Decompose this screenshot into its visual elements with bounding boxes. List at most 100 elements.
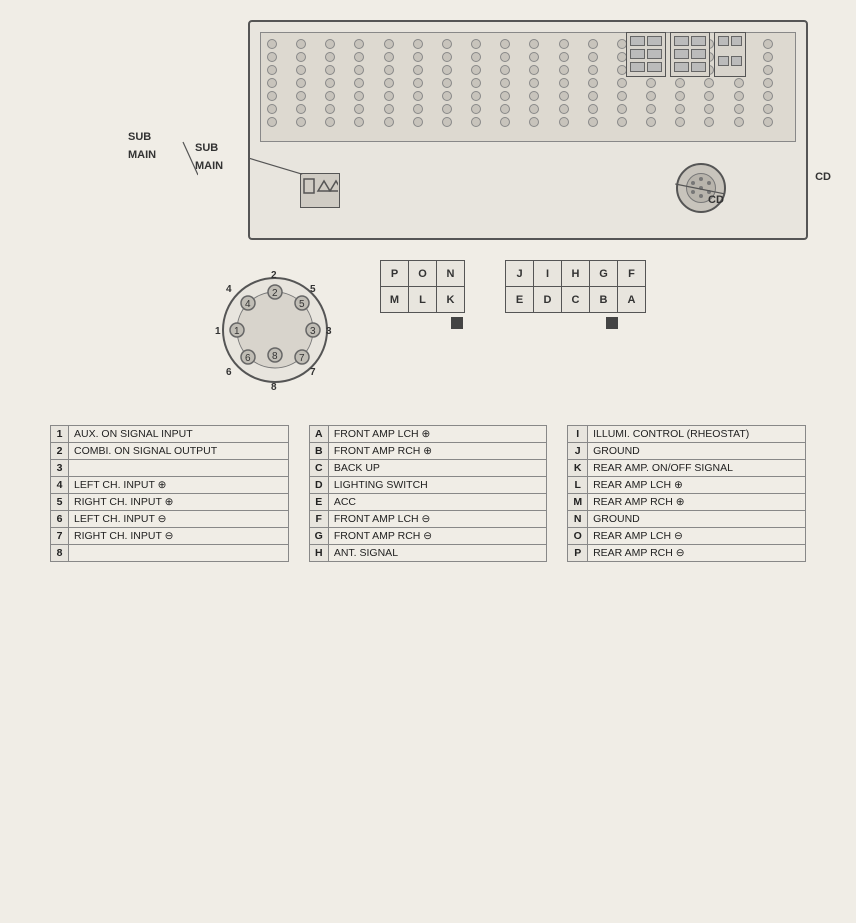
vent-hole: [617, 117, 627, 127]
svg-text:7: 7: [310, 367, 316, 378]
table-row: HANT. SIGNAL: [309, 545, 547, 562]
vent-hole: [354, 104, 364, 114]
vent-hole: [559, 117, 569, 127]
pin-label: LEFT CH. INPUT ⊕: [69, 477, 289, 494]
vent-hole: [471, 52, 481, 62]
vent-hole: [500, 104, 510, 114]
sq-cell-P: P: [381, 261, 409, 287]
svg-text:8: 8: [272, 351, 278, 362]
svg-text:6: 6: [226, 367, 232, 378]
connector-pin: [647, 49, 662, 59]
vent-hole: [763, 91, 773, 101]
vent-hole: [675, 117, 685, 127]
svg-text:2: 2: [271, 270, 277, 281]
connector-pin: [647, 36, 662, 46]
vent-hole: [267, 104, 277, 114]
sq-cell-K: K: [437, 287, 465, 313]
pin-label: GROUND: [588, 511, 806, 528]
connector-pin: [718, 56, 729, 66]
vent-hole: [588, 39, 598, 49]
vent-hole: [675, 91, 685, 101]
vent-hole: [442, 91, 452, 101]
pin-num: L: [568, 477, 588, 494]
table-row: CBACK UP: [309, 460, 547, 477]
vent-hole: [413, 78, 423, 88]
connector-diagrams: 1 1 2 2 3 3 4 4 5 5: [30, 260, 826, 400]
vent-hole: [442, 104, 452, 114]
vent-hole: [471, 117, 481, 127]
vent-hole: [704, 117, 714, 127]
sub-main-lines: SUB MAIN: [128, 20, 198, 240]
vent-hole: [559, 52, 569, 62]
vent-hole: [704, 78, 714, 88]
pin-num: P: [568, 545, 588, 562]
svg-text:2: 2: [272, 288, 278, 299]
connector-pin: [718, 36, 729, 46]
sq-cell-G: G: [590, 261, 618, 287]
connector-pin: [630, 36, 645, 46]
vent-hole: [588, 104, 598, 114]
pin-label: [69, 545, 289, 562]
vent-hole: [646, 104, 656, 114]
svg-text:MAIN: MAIN: [128, 149, 156, 161]
vent-hole: [296, 39, 306, 49]
sq-cell-H: H: [562, 261, 590, 287]
connector-group: [626, 32, 746, 77]
vent-hole: [384, 78, 394, 88]
vent-hole: [763, 65, 773, 75]
vent-hole: [384, 104, 394, 114]
pin-num: H: [309, 545, 328, 562]
vent-hole: [763, 78, 773, 88]
vent-hole: [296, 65, 306, 75]
sq-cell-E: E: [506, 287, 534, 313]
vent-hole: [763, 104, 773, 114]
vent-hole: [617, 104, 627, 114]
pin-num: M: [568, 494, 588, 511]
svg-text:4: 4: [226, 284, 232, 295]
pin-num: J: [568, 443, 588, 460]
vent-hole: [354, 91, 364, 101]
pin-num: O: [568, 528, 588, 545]
table-row: 2COMBI. ON SIGNAL OUTPUT: [51, 443, 289, 460]
vent-hole: [734, 104, 744, 114]
vent-hole: [588, 52, 598, 62]
sq-cell-L: L: [409, 287, 437, 313]
pin-num: 5: [51, 494, 69, 511]
vent-hole: [500, 117, 510, 127]
connector-block-1: [626, 32, 666, 77]
vent-hole: [588, 78, 598, 88]
svg-text:8: 8: [271, 382, 277, 393]
svg-text:6: 6: [245, 353, 251, 364]
device-body: SUB MAIN CD: [248, 20, 808, 240]
vent-hole: [734, 91, 744, 101]
vent-hole: [588, 65, 598, 75]
vent-hole: [384, 39, 394, 49]
vent-hole: [354, 65, 364, 75]
vent-hole: [354, 117, 364, 127]
pin-label: REAR AMP LCH ⊕: [588, 477, 806, 494]
table-row: PREAR AMP RCH ⊖: [568, 545, 806, 562]
vent-hole: [734, 117, 744, 127]
vent-hole: [325, 78, 335, 88]
vent-hole: [500, 52, 510, 62]
vent-hole: [325, 39, 335, 49]
vent-hole: [559, 91, 569, 101]
svg-text:5: 5: [299, 299, 305, 310]
connector-pin: [674, 62, 689, 72]
vent-hole: [588, 91, 598, 101]
pin-label: FRONT AMP RCH ⊖: [328, 528, 547, 545]
vent-hole: [442, 65, 452, 75]
vent-hole: [413, 52, 423, 62]
device-diagram: SUB MAIN CD SUB MAIN CD: [128, 20, 728, 240]
vent-hole: [413, 91, 423, 101]
pin-num: 8: [51, 545, 69, 562]
vent-hole: [442, 117, 452, 127]
label-cd: CD: [815, 171, 831, 183]
square-connector-left: P O N M L K: [380, 260, 465, 329]
sq-cell-I: I: [534, 261, 562, 287]
pin-num: B: [309, 443, 328, 460]
pin-label: BACK UP: [328, 460, 547, 477]
vent-hole: [559, 78, 569, 88]
pin-num: F: [309, 511, 328, 528]
pin-label: RIGHT CH. INPUT ⊕: [69, 494, 289, 511]
